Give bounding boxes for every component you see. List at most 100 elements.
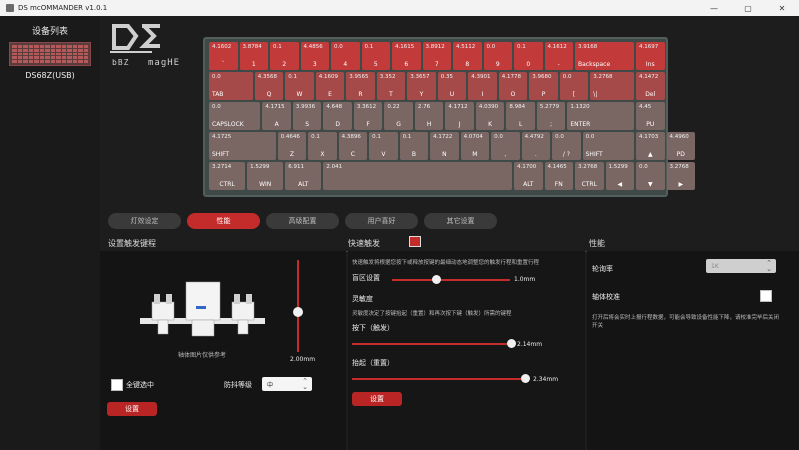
keyboard-map: 4.1602 ` 3.8784 1 0.1 2 4.4856 3 0.0 4 0.1 5 4.1615 6… <box>203 37 695 197</box>
key-1-8[interactable]: 4.3901 I <box>468 72 497 100</box>
key-1-11[interactable]: 0.0 [ <box>559 72 589 100</box>
key-2-4[interactable]: 3.3612 F <box>353 102 383 130</box>
key-2-11[interactable]: 1.1320 ENTER <box>567 102 634 130</box>
key-3-7[interactable]: 4.0704 M <box>460 132 490 160</box>
debounce-select[interactable]: 中 ⌃ ⌄ <box>262 377 312 391</box>
key-1-6[interactable]: 3.3657 Y <box>407 72 436 100</box>
deadzone-slider-thumb[interactable] <box>432 275 441 284</box>
key-2-7[interactable]: 4.1712 J <box>445 102 474 130</box>
calibration-checkbox[interactable] <box>760 290 772 302</box>
key-1-1[interactable]: 4.3568 Q <box>254 72 284 100</box>
key-1-12[interactable]: 3.2768 \| <box>590 72 634 100</box>
key-2-1[interactable]: 4.1715 A <box>262 102 291 130</box>
key-3-2[interactable]: 0.1 X <box>308 132 337 160</box>
key-0-2[interactable]: 0.1 2 <box>270 42 299 70</box>
key-0-13[interactable]: 4.1697 Ins <box>636 42 665 70</box>
key-3-11[interactable]: 0.0 SHIFT <box>582 132 634 160</box>
key-4-3[interactable]: 2.041 <box>323 162 512 190</box>
tab-preferences[interactable]: 用户喜好 <box>345 213 418 229</box>
key-0-8[interactable]: 4.5112 8 <box>453 42 482 70</box>
close-button[interactable]: ✕ <box>765 0 799 16</box>
key-3-13[interactable]: 4.4960 PD <box>666 132 695 160</box>
key-2-12[interactable]: 4.45 PU <box>636 102 665 130</box>
key-4-8[interactable]: 0.0 ▼ <box>636 162 665 190</box>
key-2-0[interactable]: 0.0 CAPSLOCK <box>209 102 261 130</box>
minimize-button[interactable]: — <box>697 0 731 16</box>
key-1-4[interactable]: 3.9565 R <box>346 72 375 100</box>
key-2-6[interactable]: 2.76 H <box>414 102 444 130</box>
key-1-9[interactable]: 4.1778 O <box>498 72 528 100</box>
key-3-10[interactable]: 0.0 / ? <box>552 132 581 160</box>
key-0-11[interactable]: 4.1612 - <box>544 42 573 70</box>
key-3-0[interactable]: 4.1725 SHIFT <box>209 132 276 160</box>
key-0-10[interactable]: 0.1 0 <box>514 42 543 70</box>
maximize-button[interactable]: ▢ <box>731 0 765 16</box>
key-1-5[interactable]: 3.352 T <box>376 72 406 100</box>
window-title: DS mcOMMANDER v1.0.1 <box>18 4 108 12</box>
key-3-1[interactable]: 0.4646 Z <box>277 132 307 160</box>
key-2-10[interactable]: 5.2779; <box>536 102 566 130</box>
device-name[interactable]: DS68Z(USB) <box>0 71 100 80</box>
key-label: 6 <box>404 61 409 68</box>
key-2-9[interactable]: 8.984 L <box>506 102 535 130</box>
tab-other[interactable]: 其它设置 <box>424 213 497 229</box>
key-travel-value: 0.1 <box>288 74 297 80</box>
key-travel-value: 4.0704 <box>463 134 483 140</box>
key-2-3[interactable]: 4.648 D <box>323 102 352 130</box>
press-slider-thumb[interactable] <box>507 339 516 348</box>
key-4-0[interactable]: 3.2714 CTRL <box>209 162 246 190</box>
set-travel-button[interactable]: 设置 <box>107 402 157 416</box>
key-2-2[interactable]: 3.9936 S <box>292 102 322 130</box>
tab-lighting[interactable]: 灯效设定 <box>108 213 181 229</box>
key-3-4[interactable]: 0.1 V <box>369 132 398 160</box>
device-thumbnail[interactable] <box>9 42 91 66</box>
key-0-9[interactable]: 0.0 9 <box>483 42 512 70</box>
rapid-trigger-toggle[interactable] <box>409 236 421 247</box>
key-3-12[interactable]: 4.1703 ▲ <box>636 132 665 160</box>
key-0-6[interactable]: 4.1615 6 <box>392 42 421 70</box>
poll-rate-select[interactable]: 1K ⌃ ⌄ <box>706 259 776 273</box>
key-travel-value: 0.1 <box>364 44 374 50</box>
key-0-1[interactable]: 3.8784 1 <box>239 42 268 70</box>
key-3-8[interactable]: 0.0, <box>491 132 520 160</box>
key-2-5[interactable]: 0.22 G <box>384 102 413 130</box>
set-rapid-trigger-button[interactable]: 设置 <box>352 392 402 406</box>
key-1-13[interactable]: 4.1472 Del <box>636 72 665 100</box>
key-1-2[interactable]: 0.1 W <box>285 72 314 100</box>
key-0-7[interactable]: 3.8912 7 <box>422 42 451 70</box>
key-4-7[interactable]: 1.5299 ◀ <box>605 162 634 190</box>
key-2-8[interactable]: 4.0390 K <box>475 102 505 130</box>
settings-tabs: 灯效设定 性能 高级配置 用户喜好 其它设置 <box>108 213 497 229</box>
release-slider-thumb[interactable] <box>521 374 530 383</box>
travel-slider-track[interactable] <box>297 260 299 352</box>
tab-performance[interactable]: 性能 <box>187 213 260 229</box>
key-0-5[interactable]: 0.1 5 <box>361 42 390 70</box>
key-0-4[interactable]: 0.0 4 <box>331 42 360 70</box>
key-4-5[interactable]: 4.1465 FN <box>544 162 573 190</box>
key-travel-value: 3.9936 <box>295 104 316 110</box>
deadzone-slider[interactable] <box>392 279 510 281</box>
key-3-9[interactable]: 4.4792. <box>521 132 551 160</box>
key-4-9[interactable]: 3.2768 ▶ <box>666 162 695 190</box>
key-0-3[interactable]: 4.4856 3 <box>300 42 329 70</box>
tab-advanced[interactable]: 高级配置 <box>266 213 339 229</box>
key-label: ; <box>550 121 553 128</box>
release-slider[interactable] <box>352 378 528 380</box>
travel-slider-thumb[interactable] <box>293 307 303 317</box>
key-1-3[interactable]: 4.1609 E <box>315 72 345 100</box>
key-3-3[interactable]: 4.3896 C <box>338 132 368 160</box>
key-0-12[interactable]: 3.9168 Backspace <box>575 42 634 70</box>
key-1-0[interactable]: 0.0 TAB <box>209 72 253 100</box>
key-1-7[interactable]: 0.35 U <box>437 72 467 100</box>
key-0-0[interactable]: 4.1602 ` <box>209 42 238 70</box>
key-1-10[interactable]: 3.9680 P <box>529 72 558 100</box>
key-4-1[interactable]: 1.5299 WIN <box>247 162 284 190</box>
key-3-6[interactable]: 4.1722 N <box>430 132 459 160</box>
key-3-5[interactable]: 0.1 B <box>399 132 429 160</box>
press-slider[interactable] <box>352 343 514 345</box>
key-4-2[interactable]: 6.911 ALT <box>285 162 322 190</box>
all-keys-checkbox[interactable] <box>111 379 123 391</box>
key-4-6[interactable]: 3.2768 CTRL <box>575 162 604 190</box>
press-value: 2.14mm <box>517 341 543 348</box>
key-4-4[interactable]: 4.1700 ALT <box>514 162 543 190</box>
